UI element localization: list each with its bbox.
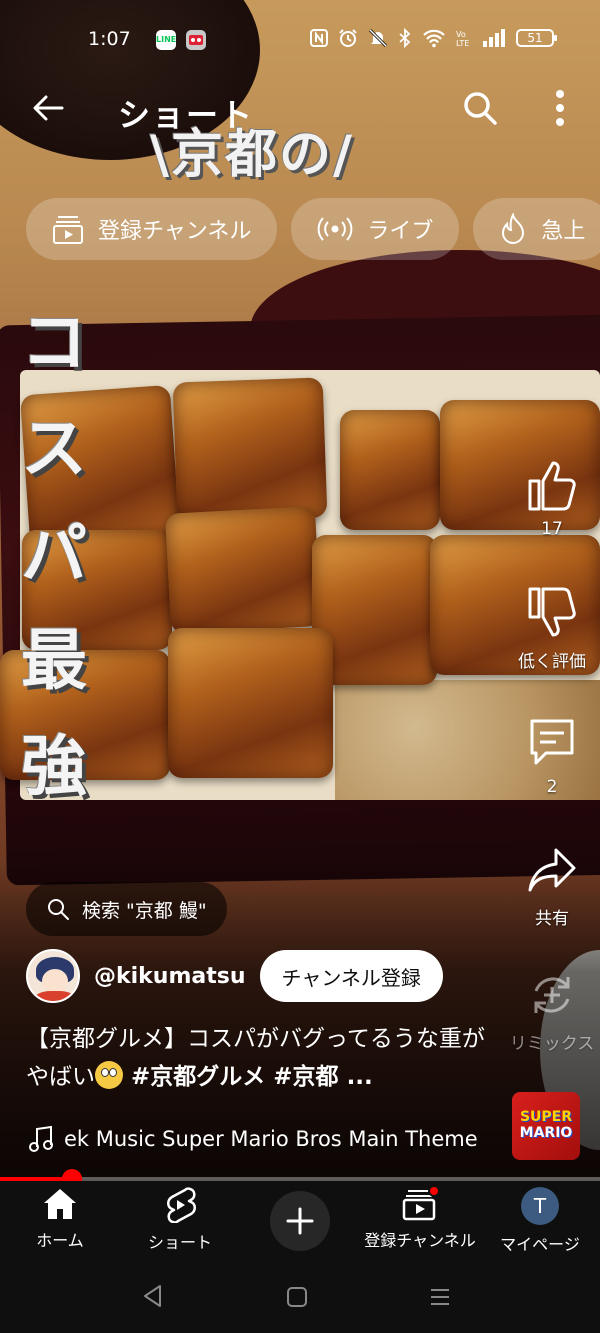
top-app-bar: ショート bbox=[0, 80, 600, 136]
shorts-icon bbox=[167, 1187, 196, 1223]
nav-subscriptions-label: 登録チャンネル bbox=[364, 1231, 476, 1250]
more-options-button[interactable] bbox=[540, 86, 580, 130]
avatar-face bbox=[42, 969, 68, 993]
music-album-art[interactable]: SUPER MARIO bbox=[512, 1092, 580, 1160]
search-suggestion-pill[interactable]: 検索 "京都 鰻" bbox=[26, 882, 227, 936]
avatar-shirt bbox=[34, 991, 76, 1001]
subscriptions-icon bbox=[53, 216, 83, 244]
comment-icon bbox=[530, 719, 574, 765]
channel-avatar[interactable] bbox=[26, 949, 80, 1003]
mute-icon bbox=[368, 28, 388, 48]
chip-label: ライブ bbox=[367, 219, 434, 244]
remix-icon bbox=[534, 977, 570, 1013]
dislike-label: 低く評価 bbox=[518, 652, 586, 672]
trending-icon bbox=[502, 213, 525, 244]
live-icon bbox=[317, 217, 353, 241]
eel-piece bbox=[172, 377, 328, 523]
remix-label: リミックス bbox=[509, 1034, 595, 1054]
chip-live[interactable]: ライブ bbox=[291, 198, 460, 260]
chip-label: 登録チャンネル bbox=[98, 219, 252, 244]
video-title[interactable]: 【京都グルメ】コスパがバグってるうな重がやばい #京都グルメ #京都 ... bbox=[26, 1020, 496, 1096]
thumbs-up-icon bbox=[528, 461, 576, 511]
nav-subscriptions[interactable]: 登録チャンネル bbox=[360, 1185, 480, 1251]
line-notification-icon: LINE bbox=[156, 30, 176, 50]
share-button[interactable]: 共有 bbox=[504, 840, 600, 929]
wifi-icon bbox=[423, 29, 445, 48]
profile-avatar: T bbox=[521, 1187, 559, 1225]
remix-button[interactable]: リミックス bbox=[504, 965, 600, 1054]
bluetooth-icon bbox=[399, 28, 411, 48]
subscribe-button[interactable]: チャンネル登録 bbox=[259, 950, 443, 1002]
status-bar: 1:07 LINE Vo LTE 51 bbox=[0, 22, 600, 58]
alarm-icon bbox=[339, 29, 357, 47]
chip-label: 急上 bbox=[541, 219, 586, 244]
nav-home[interactable]: ホーム bbox=[0, 1187, 120, 1251]
music-row[interactable]: ek Music Super Mario Bros Main Theme bbox=[28, 1124, 498, 1154]
volte-icon: VoLTE bbox=[456, 30, 469, 48]
nav-shorts[interactable]: ショート bbox=[120, 1187, 240, 1253]
nav-shorts-label: ショート bbox=[147, 1233, 212, 1252]
share-label: 共有 bbox=[535, 909, 569, 929]
signal-icon bbox=[483, 29, 505, 47]
nfc-icon bbox=[310, 29, 328, 47]
system-home-icon[interactable] bbox=[285, 1285, 309, 1309]
share-icon bbox=[528, 848, 576, 892]
search-suggestion-text: 検索 "京都 鰻" bbox=[82, 899, 207, 922]
nav-you-label: マイページ bbox=[500, 1235, 580, 1254]
bottom-navigation: ホーム ショート 登録チャンネル T マイページ bbox=[0, 1181, 600, 1261]
flushed-face-emoji-icon bbox=[95, 1061, 123, 1089]
search-icon bbox=[464, 92, 497, 125]
search-icon bbox=[48, 899, 69, 920]
system-navigation-bar bbox=[0, 1261, 600, 1333]
comments-button[interactable]: 2 bbox=[504, 713, 600, 797]
thumbs-down-icon bbox=[528, 587, 576, 637]
channel-handle[interactable]: @kikumatsu bbox=[94, 964, 246, 989]
search-button[interactable] bbox=[460, 88, 500, 128]
like-button[interactable]: 17 bbox=[504, 455, 600, 539]
svg-text:LTE: LTE bbox=[456, 39, 469, 48]
home-icon bbox=[44, 1189, 76, 1219]
create-button[interactable] bbox=[270, 1191, 330, 1251]
app-notification-icon bbox=[186, 30, 206, 50]
back-arrow-icon bbox=[33, 95, 64, 121]
back-button[interactable] bbox=[28, 88, 68, 128]
channel-row: @kikumatsu チャンネル登録 bbox=[26, 948, 443, 1004]
nav-home-label: ホーム bbox=[36, 1231, 84, 1250]
more-vert-icon bbox=[556, 90, 564, 126]
feed-filter-chips: 登録チャンネル ライブ 急上 bbox=[26, 198, 600, 260]
like-count: 17 bbox=[541, 519, 563, 539]
video-overlay-vertical-caption: コスパ最強 bbox=[21, 304, 87, 805]
system-back-icon[interactable] bbox=[140, 1283, 166, 1309]
video-hashtags: #京都グルメ #京都 ... bbox=[123, 1064, 373, 1090]
notification-dot bbox=[428, 1185, 440, 1197]
battery-indicator: 51 bbox=[516, 29, 557, 47]
status-time: 1:07 bbox=[88, 28, 131, 50]
system-recents-icon[interactable] bbox=[428, 1285, 452, 1309]
chip-trending[interactable]: 急上 bbox=[473, 198, 600, 260]
eel-piece bbox=[340, 410, 440, 530]
chip-subscriptions[interactable]: 登録チャンネル bbox=[26, 198, 278, 260]
page-title: ショート bbox=[118, 96, 255, 134]
nav-you[interactable]: T マイページ bbox=[480, 1187, 600, 1255]
comment-count: 2 bbox=[546, 777, 558, 797]
album-art-logo-line2: MARIO bbox=[519, 1125, 573, 1141]
music-note-icon bbox=[29, 1125, 53, 1152]
album-art-logo-line1: SUPER bbox=[519, 1109, 573, 1125]
svg-text:Vo: Vo bbox=[456, 30, 466, 39]
eel-piece bbox=[168, 628, 333, 778]
eel-piece bbox=[164, 506, 322, 634]
plus-icon bbox=[286, 1207, 314, 1235]
dislike-button[interactable]: 低く評価 bbox=[504, 583, 600, 672]
status-icons: Vo LTE 51 bbox=[310, 28, 557, 48]
music-track-name: ek Music Super Mario Bros Main Theme bbox=[64, 1127, 478, 1151]
